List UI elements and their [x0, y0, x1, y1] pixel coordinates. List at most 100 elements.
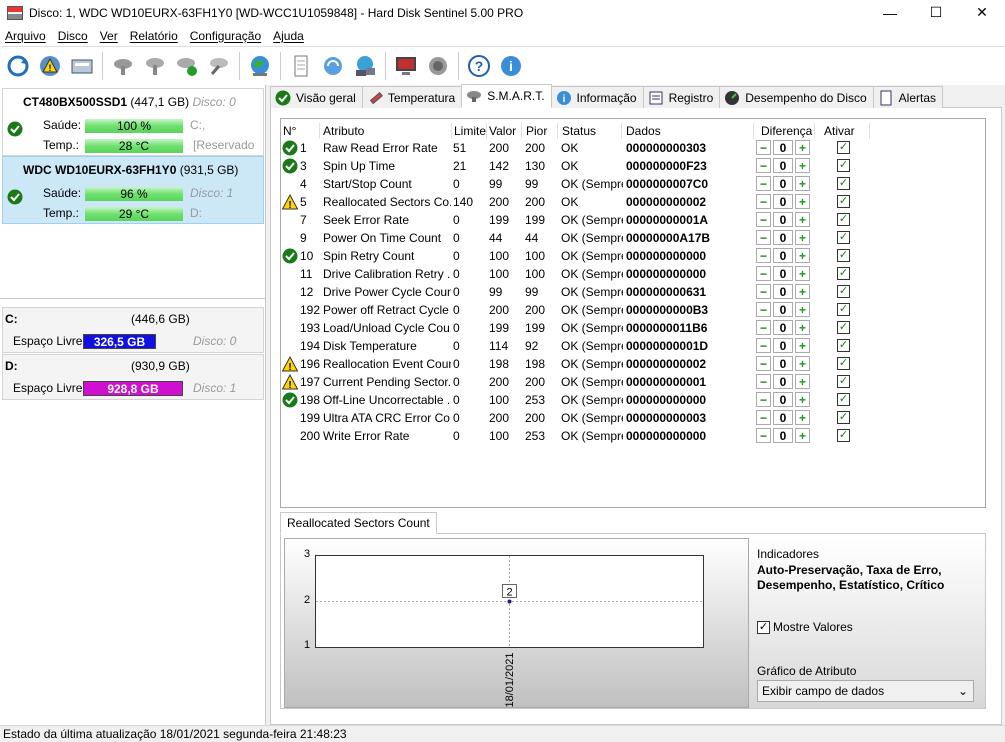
- enable-checkbox[interactable]: ✓: [837, 411, 850, 424]
- enable-checkbox[interactable]: ✓: [837, 321, 850, 334]
- table-row[interactable]: 7Seek Error Rate0199199OK (Sempre...0000…: [281, 211, 871, 229]
- enable-checkbox[interactable]: ✓: [837, 141, 850, 154]
- decrease-button[interactable]: −: [756, 302, 771, 317]
- table-row[interactable]: 1 Raw Read Error Rate 51 200 200 OK 0000000003…: [281, 139, 871, 157]
- increase-button[interactable]: +: [795, 428, 810, 443]
- show-values-checkbox[interactable]: ✓: [757, 620, 770, 634]
- tab-alerts[interactable]: Alertas: [872, 86, 944, 108]
- enable-checkbox[interactable]: ✓: [837, 393, 850, 406]
- graph-tab[interactable]: Reallocated Sectors Count: [280, 512, 437, 534]
- menu-configuracao[interactable]: Configuração: [185, 29, 268, 43]
- surface-test-icon[interactable]: [141, 52, 169, 80]
- table-row[interactable]: 199 Ultra ATA CRC Error Co... 0 200 200 OK (S…: [281, 409, 871, 427]
- disk-test-icon[interactable]: [109, 52, 137, 80]
- enable-checkbox[interactable]: ✓: [837, 231, 850, 244]
- enable-checkbox[interactable]: ✓: [837, 357, 850, 370]
- enable-checkbox[interactable]: ✓: [837, 249, 850, 262]
- increase-button[interactable]: +: [795, 320, 810, 335]
- disk-tools-icon[interactable]: [205, 52, 233, 80]
- alert-disk-icon[interactable]: !: [36, 52, 64, 80]
- increase-button[interactable]: +: [795, 266, 810, 281]
- decrease-button[interactable]: −: [756, 158, 771, 173]
- menu-ver[interactable]: Ver: [95, 29, 125, 43]
- increase-button[interactable]: +: [795, 212, 810, 227]
- menu-disco[interactable]: Disco: [53, 29, 95, 43]
- increase-button[interactable]: +: [795, 248, 810, 263]
- tab-temperature[interactable]: Temperatura: [361, 86, 463, 108]
- minimize-button[interactable]: —: [867, 0, 913, 25]
- increase-button[interactable]: +: [795, 176, 810, 191]
- table-row[interactable]: 10Spin Retry Count0100100OK (Sempre...00…: [281, 247, 871, 265]
- globe-icon[interactable]: [246, 52, 274, 80]
- increase-button[interactable]: +: [795, 194, 810, 209]
- col-num[interactable]: N°: [283, 124, 296, 138]
- table-row[interactable]: 12Drive Power Cycle Count09999OK (Sempre…: [281, 283, 871, 301]
- decrease-button[interactable]: −: [756, 338, 771, 353]
- col-data[interactable]: Dados: [626, 124, 661, 138]
- table-row[interactable]: ! 196 Reallocation Event Count 0 198 198 OK (S…: [281, 355, 871, 373]
- enable-checkbox[interactable]: ✓: [837, 213, 850, 226]
- table-row[interactable]: 194Disk Temperature011492OK (Sempre...00…: [281, 337, 871, 355]
- disk-item-1[interactable]: WDC WD10EURX-63FH1Y0 (931,5 GB) Saúde: 9…: [2, 156, 264, 224]
- tab-performance[interactable]: Desempenho do Disco: [719, 86, 874, 108]
- info-icon[interactable]: i: [497, 52, 525, 80]
- col-status[interactable]: Status: [562, 124, 596, 138]
- enable-checkbox[interactable]: ✓: [837, 285, 850, 298]
- disk-ok-icon[interactable]: [173, 52, 201, 80]
- attribute-graph-select[interactable]: Exibir campo de dados ⌄: [757, 680, 974, 702]
- decrease-button[interactable]: −: [756, 410, 771, 425]
- refresh-icon[interactable]: [4, 52, 32, 80]
- decrease-button[interactable]: −: [756, 284, 771, 299]
- table-row[interactable]: ! 197 Current Pending Sector... 0 200 200 OK (…: [281, 373, 871, 391]
- monitor-icon[interactable]: [392, 52, 420, 80]
- col-enable[interactable]: Ativar: [824, 124, 855, 138]
- help-icon[interactable]: ?: [465, 52, 493, 80]
- col-value[interactable]: Valor: [489, 124, 516, 138]
- decrease-button[interactable]: −: [756, 356, 771, 371]
- increase-button[interactable]: +: [795, 374, 810, 389]
- maximize-button[interactable]: ☐: [913, 0, 959, 25]
- increase-button[interactable]: +: [795, 356, 810, 371]
- table-row[interactable]: 4Start/Stop Count09999OK (Sempre...00000…: [281, 175, 871, 193]
- increase-button[interactable]: +: [795, 302, 810, 317]
- volume-item-c[interactable]: C: (446,6 GB) Espaço Livre 326,5 GB Disc…: [2, 307, 264, 353]
- increase-button[interactable]: +: [795, 392, 810, 407]
- decrease-button[interactable]: −: [756, 248, 771, 263]
- decrease-button[interactable]: −: [756, 140, 771, 155]
- table-row[interactable]: 3 Spin Up Time 21 142 130 OK 000000000F23 −0 + ✓: [281, 157, 871, 175]
- increase-button[interactable]: +: [795, 338, 810, 353]
- enable-checkbox[interactable]: ✓: [837, 303, 850, 316]
- decrease-button[interactable]: −: [756, 392, 771, 407]
- col-difference[interactable]: Diferença: [761, 124, 812, 138]
- tab-information[interactable]: i Informação: [550, 86, 644, 108]
- enable-checkbox[interactable]: ✓: [837, 375, 850, 388]
- decrease-button[interactable]: −: [756, 320, 771, 335]
- show-values-option[interactable]: ✓ Mostre Valores: [757, 620, 853, 634]
- enable-checkbox[interactable]: ✓: [837, 267, 850, 280]
- enable-checkbox[interactable]: ✓: [837, 339, 850, 352]
- tab-smart[interactable]: S.M.A.R.T.: [461, 84, 552, 108]
- col-limit[interactable]: Limite: [454, 124, 486, 138]
- volume-item-d[interactable]: D: (930,9 GB) Espaço Livre 928,8 GB Disc…: [2, 354, 264, 400]
- table-row[interactable]: 192 Power off Retract Cycle ... 0 200 200 OK …: [281, 301, 871, 319]
- tab-log[interactable]: Registro: [642, 86, 721, 108]
- decrease-button[interactable]: −: [756, 374, 771, 389]
- close-button[interactable]: ✕: [959, 0, 1005, 25]
- col-worst[interactable]: Pior: [526, 124, 547, 138]
- decrease-button[interactable]: −: [756, 428, 771, 443]
- network-icon[interactable]: [351, 52, 379, 80]
- enable-checkbox[interactable]: ✓: [837, 177, 850, 190]
- table-row[interactable]: 198 Off-Line Uncorrectable ... 0 100 253 OK (…: [281, 391, 871, 409]
- enable-checkbox[interactable]: ✓: [837, 159, 850, 172]
- table-row[interactable]: 9Power On Time Count04444OK (Sempre...00…: [281, 229, 871, 247]
- increase-button[interactable]: +: [795, 230, 810, 245]
- table-row[interactable]: ! 5 Reallocated Sectors Co... 140 200 200 OK 00…: [281, 193, 871, 211]
- decrease-button[interactable]: −: [756, 230, 771, 245]
- increase-button[interactable]: +: [795, 410, 810, 425]
- speaker-icon[interactable]: [424, 52, 452, 80]
- col-attribute[interactable]: Atributo: [323, 124, 364, 138]
- sync-icon[interactable]: [319, 52, 347, 80]
- decrease-button[interactable]: −: [756, 194, 771, 209]
- decrease-button[interactable]: −: [756, 266, 771, 281]
- menu-ajuda[interactable]: Ajuda: [268, 29, 311, 43]
